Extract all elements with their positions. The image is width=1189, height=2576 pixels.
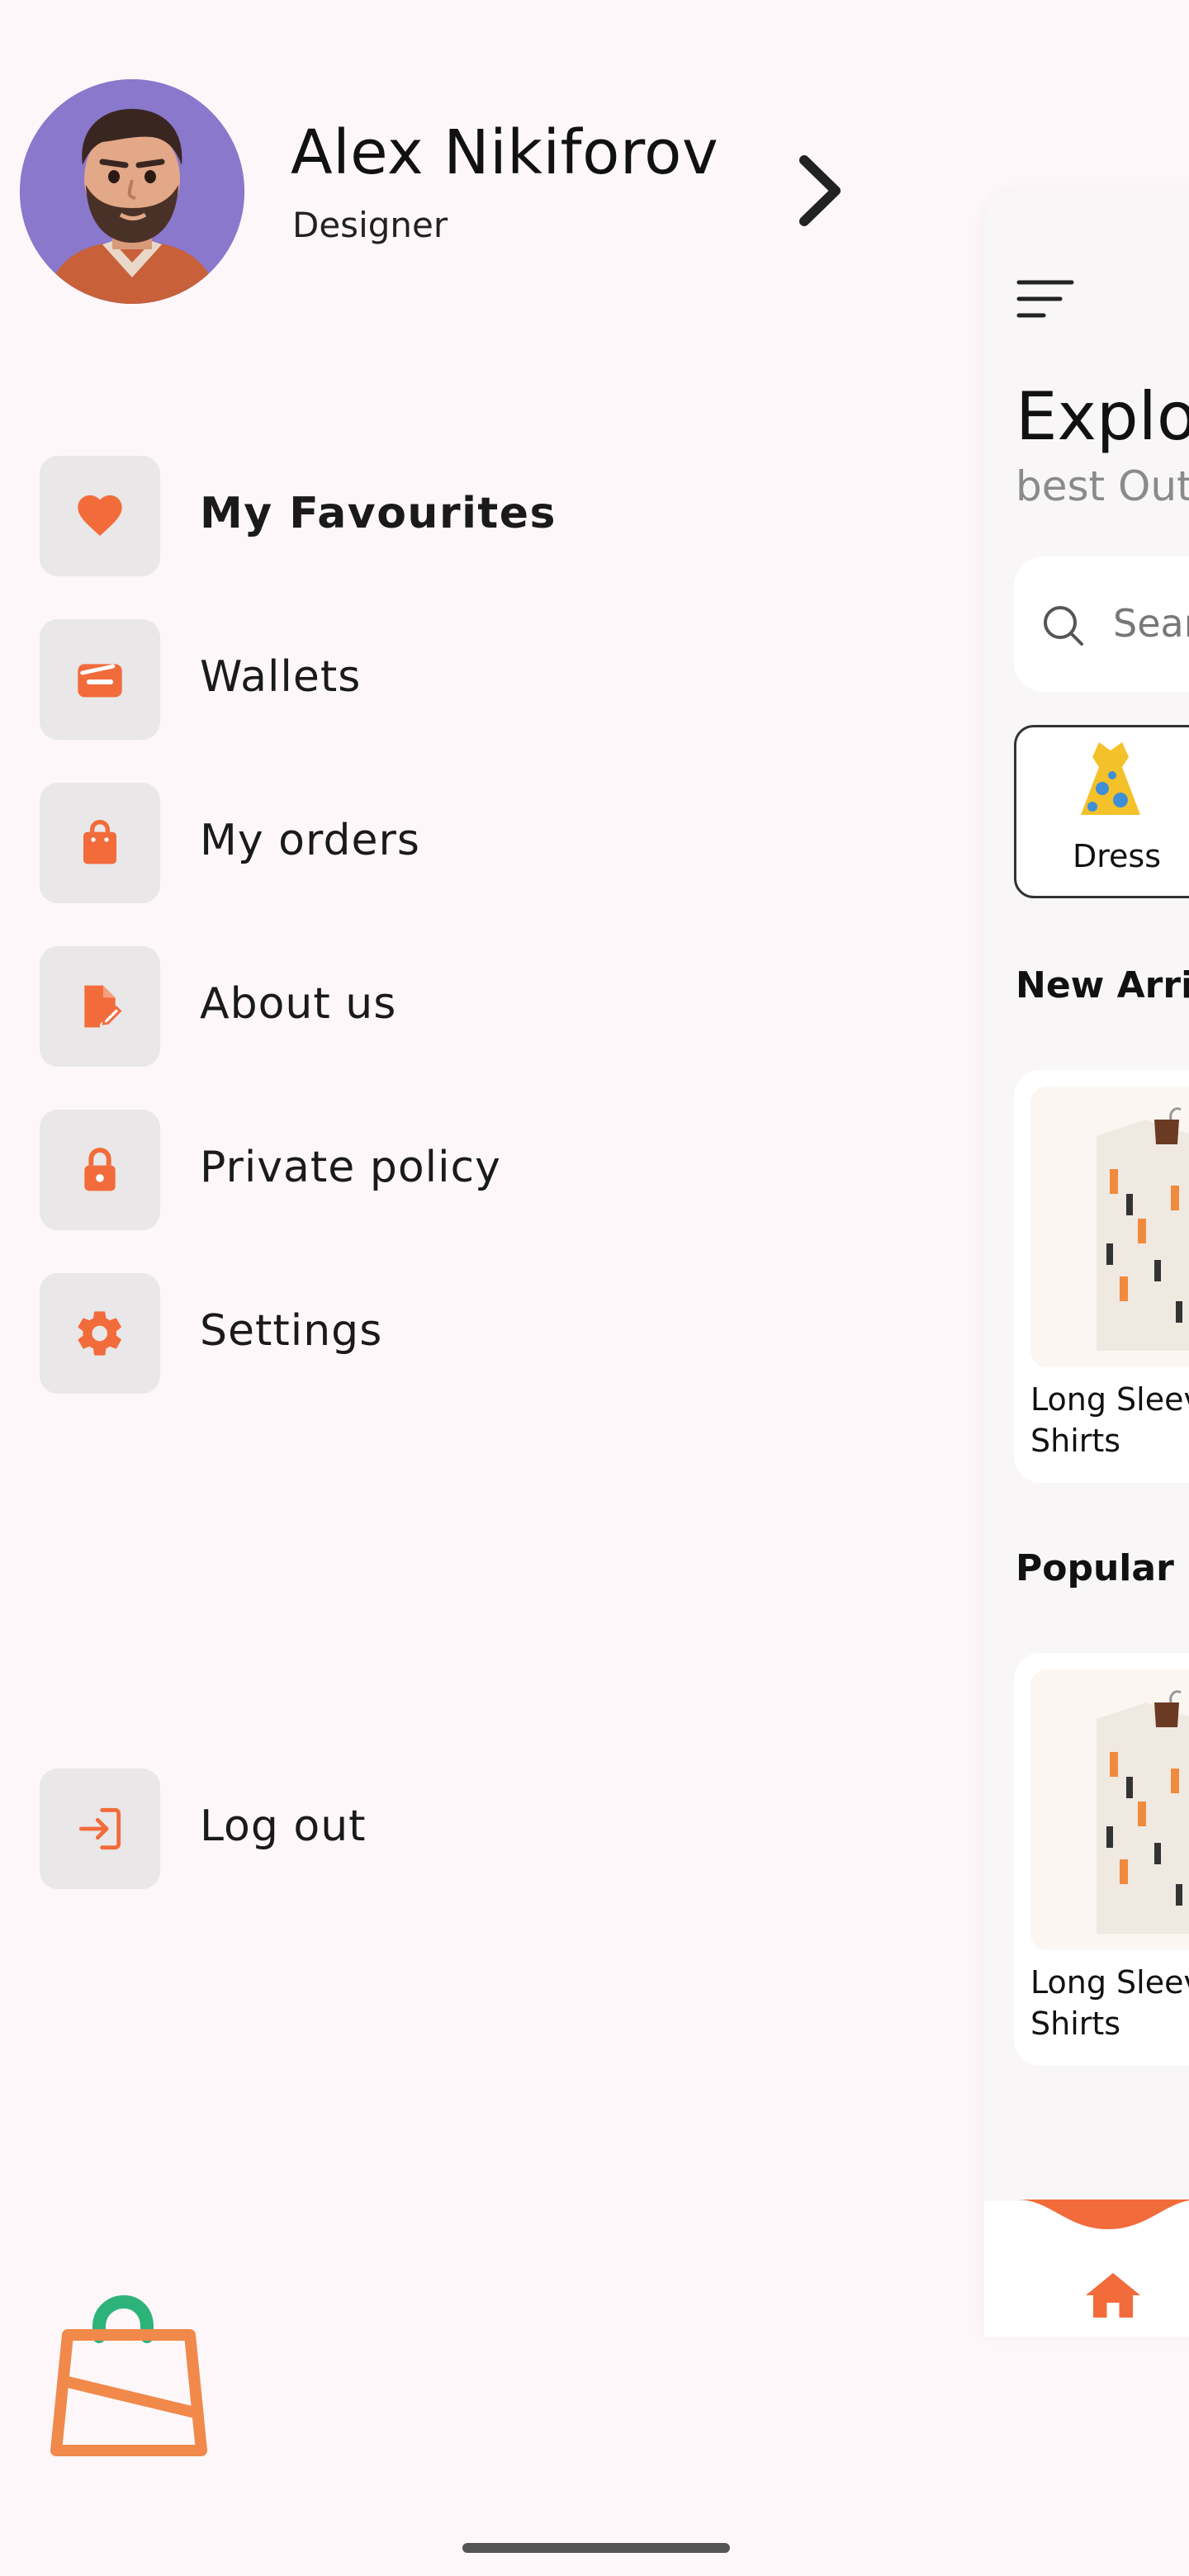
product-name: Long Sleev Shirts bbox=[1030, 1379, 1189, 1461]
menu-label: Settings bbox=[200, 1306, 383, 1356]
menu-item-private-policy[interactable]: Private policy bbox=[40, 1110, 865, 1230]
shirt-image bbox=[1030, 1669, 1189, 1950]
menu-icon-box bbox=[40, 1273, 160, 1394]
gear-icon bbox=[78, 1311, 121, 1356]
product-name-line: Long Sleev bbox=[1030, 1381, 1189, 1418]
main-screen-preview[interactable]: Explor best Outf Sear Dress New Arriva bbox=[984, 190, 1189, 2337]
search-icon bbox=[1044, 606, 1083, 646]
section-title-new-arrivals: New Arriva bbox=[1016, 964, 1189, 1006]
product-name-line: Shirts bbox=[1030, 1423, 1121, 1459]
menu-item-my-orders[interactable]: My orders bbox=[40, 783, 865, 903]
product-card[interactable]: Long Sleev Shirts bbox=[1014, 1653, 1189, 2066]
dress-icon bbox=[1081, 742, 1140, 815]
nav-active-indicator bbox=[1017, 2200, 1189, 2229]
search-placeholder: Sear bbox=[1113, 601, 1189, 646]
lock-icon bbox=[84, 1148, 116, 1191]
shopping-bag-icon bbox=[83, 819, 116, 864]
menu-label: My Favourites bbox=[200, 489, 557, 538]
product-image bbox=[1030, 1669, 1189, 1950]
profile-name: Alex Nikiforov bbox=[291, 117, 719, 188]
menu-item-wallets[interactable]: Wallets bbox=[40, 619, 865, 740]
menu-icon-box bbox=[40, 1110, 160, 1230]
menu-item-favourites[interactable]: My Favourites bbox=[40, 456, 865, 576]
section-title-popular: Popular bbox=[1016, 1547, 1174, 1589]
menu-icon-box bbox=[40, 1769, 160, 1889]
category-label: Dress bbox=[1073, 838, 1162, 874]
profile-role: Designer bbox=[292, 205, 448, 245]
login-arrow-icon bbox=[78, 1807, 121, 1850]
app-screen: Alex Nikiforov Designer My Favourites Wa… bbox=[0, 0, 1189, 2576]
menu-label: About us bbox=[200, 979, 397, 1029]
main-subtitle: best Outf bbox=[1016, 462, 1189, 510]
avatar[interactable] bbox=[20, 79, 244, 304]
chevron-right-icon[interactable] bbox=[793, 154, 846, 228]
menu-icon-box bbox=[40, 946, 160, 1067]
hamburger-menu-icon[interactable] bbox=[1016, 277, 1075, 320]
bottom-nav-bar bbox=[984, 2200, 1189, 2337]
wallet-icon bbox=[78, 664, 122, 698]
menu-label: Wallets bbox=[200, 652, 362, 702]
home-icon[interactable] bbox=[1083, 2271, 1143, 2320]
menu-icon-box bbox=[40, 456, 160, 576]
menu-label: Private policy bbox=[200, 1143, 501, 1192]
menu-item-log-out[interactable]: Log out bbox=[40, 1769, 865, 1889]
main-title: Explor bbox=[1016, 378, 1189, 455]
menu-icon-box bbox=[40, 619, 160, 740]
product-card[interactable]: Long Sleev Shirts bbox=[1014, 1070, 1189, 1483]
avatar-illustration bbox=[20, 79, 244, 304]
product-image bbox=[1030, 1087, 1189, 1367]
menu-item-about-us[interactable]: About us bbox=[40, 946, 865, 1067]
product-name-line: Long Sleev bbox=[1030, 1964, 1189, 2001]
category-chip-dress[interactable]: Dress bbox=[1014, 725, 1189, 898]
menu-icon-box bbox=[40, 783, 160, 903]
shirt-image bbox=[1030, 1087, 1189, 1367]
home-indicator-bar[interactable] bbox=[462, 2543, 730, 2553]
menu-label: Log out bbox=[200, 1802, 367, 1851]
menu-label: My orders bbox=[200, 816, 420, 865]
menu-item-settings[interactable]: Settings bbox=[40, 1273, 865, 1394]
product-name-line: Shirts bbox=[1030, 2005, 1121, 2042]
document-edit-icon bbox=[84, 985, 122, 1028]
heart-icon bbox=[78, 495, 122, 536]
shopping-bag-logo bbox=[50, 2294, 207, 2456]
search-input[interactable]: Sear bbox=[1014, 556, 1189, 692]
product-name: Long Sleev Shirts bbox=[1030, 1962, 1189, 2044]
